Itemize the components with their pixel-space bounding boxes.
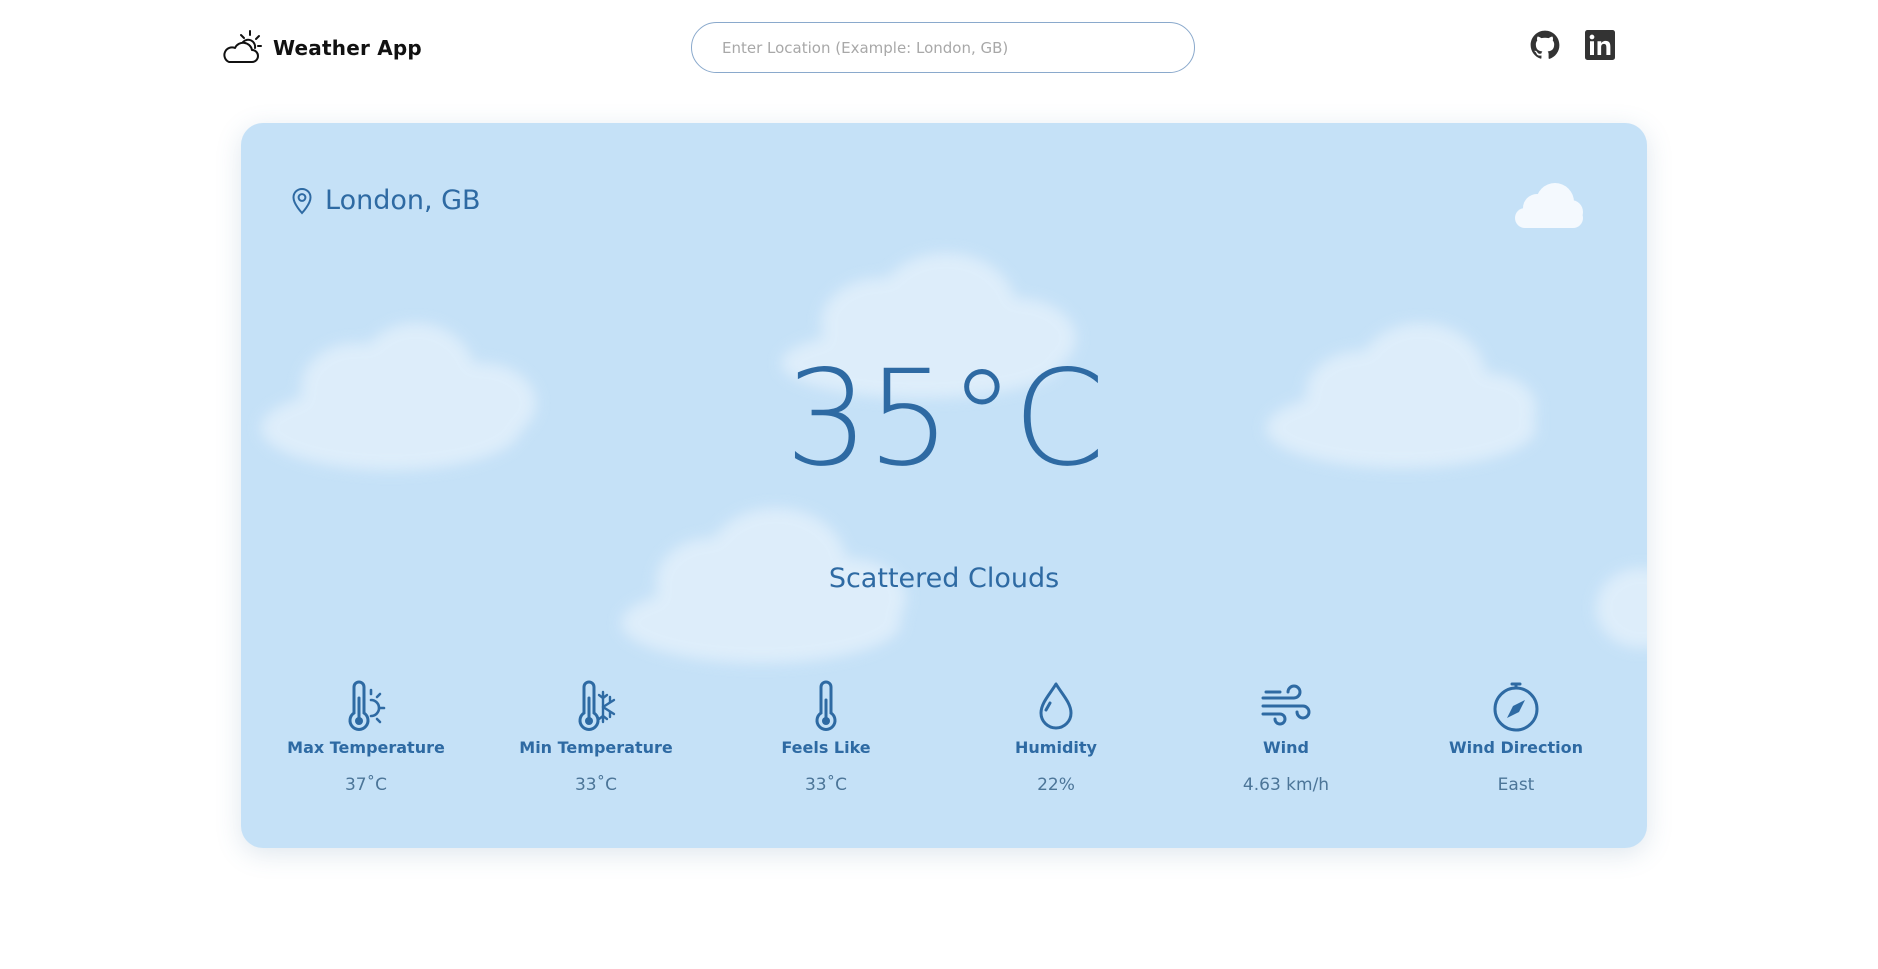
brand[interactable]: Weather App <box>221 28 422 68</box>
stat-value: 4.63 km/h <box>1242 775 1330 795</box>
thermometer-hot-icon <box>348 680 386 731</box>
stat-max-temperature: Max Temperature 37˚C <box>266 678 466 795</box>
stat-label: Humidity <box>1015 738 1097 757</box>
linkedin-link[interactable] <box>1585 30 1615 60</box>
stat-label: Wind Direction <box>1448 738 1584 757</box>
stat-label: Wind <box>1263 738 1309 757</box>
weather-stats: Max Temperature 37˚C Min Temperature 33˚… <box>241 678 1647 808</box>
github-link[interactable] <box>1530 30 1560 60</box>
partly-cloudy-icon <box>223 30 262 63</box>
stat-label: Feels Like <box>781 738 871 757</box>
stat-min-temperature: Min Temperature 33˚C <box>496 678 696 795</box>
weather-card: London, GB 35°C Scattered Clouds Max Tem… <box>241 123 1647 848</box>
thermometer-icon <box>815 680 837 731</box>
location-pin-icon <box>292 187 312 214</box>
compass-icon <box>1493 682 1539 732</box>
github-icon <box>1530 30 1560 59</box>
app-title: Weather App <box>273 36 422 60</box>
location: London, GB <box>291 185 481 216</box>
droplet-icon <box>1039 682 1073 730</box>
stat-value: 33˚C <box>804 775 847 795</box>
stat-value: 33˚C <box>574 775 617 795</box>
linkedin-icon <box>1585 30 1615 60</box>
weather-condition: Scattered Clouds <box>828 563 1060 594</box>
stat-humidity: Humidity 22% <box>956 678 1156 795</box>
cloud-icon <box>1515 183 1583 228</box>
stat-value: East <box>1497 775 1535 795</box>
stat-label: Min Temperature <box>519 738 673 757</box>
current-temperature: 35°C <box>784 342 1105 496</box>
wind-icon <box>1261 684 1311 726</box>
app-header: Weather App <box>0 0 1878 96</box>
thermometer-cold-icon <box>578 680 616 731</box>
search-input[interactable] <box>691 22 1195 73</box>
stat-label: Max Temperature <box>287 738 445 757</box>
stat-value: 37˚C <box>344 775 387 795</box>
stat-value: 22% <box>1037 775 1075 795</box>
condition-icon <box>1511 178 1587 232</box>
stat-wind: Wind 4.63 km/h <box>1186 678 1386 795</box>
stat-wind-direction: Wind Direction East <box>1416 678 1616 795</box>
stat-feels-like: Feels Like 33˚C <box>726 678 926 795</box>
location-name: London, GB <box>325 185 481 216</box>
